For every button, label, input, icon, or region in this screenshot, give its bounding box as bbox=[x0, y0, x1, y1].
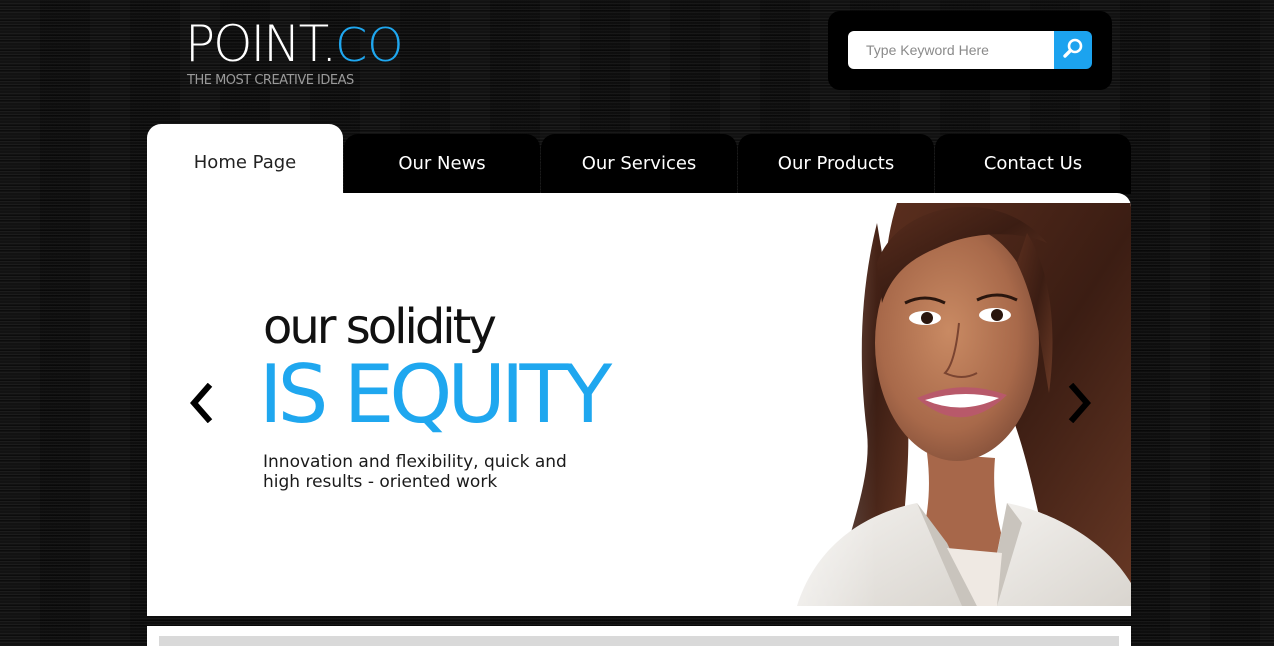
slider-prev-button[interactable] bbox=[186, 382, 216, 428]
nav-tab-home-page[interactable]: Home Page bbox=[147, 124, 343, 194]
content-bar bbox=[159, 636, 1119, 646]
slide-description: Innovation and flexibility, quick and hi… bbox=[263, 452, 567, 492]
main-nav: Home Page Our News Our Services Our Prod… bbox=[147, 124, 1131, 194]
hero-slider: our solidity IS EQUITY Innovation and fl… bbox=[147, 193, 1131, 616]
nav-tab-contact-us[interactable]: Contact Us bbox=[935, 134, 1131, 194]
content-area bbox=[147, 626, 1131, 646]
logo-name: POINT bbox=[185, 15, 323, 73]
search-icon bbox=[1062, 37, 1084, 64]
logo-wordmark: POINT.CO bbox=[185, 14, 404, 75]
logo-dot: . bbox=[321, 15, 337, 73]
search-box bbox=[828, 11, 1112, 90]
chevron-left-icon bbox=[188, 382, 214, 428]
nav-tab-our-products[interactable]: Our Products bbox=[738, 134, 934, 194]
logo-accent: CO bbox=[335, 18, 404, 72]
search-button[interactable] bbox=[1054, 31, 1092, 69]
slider-next-button[interactable] bbox=[1065, 382, 1095, 428]
chevron-right-icon bbox=[1067, 382, 1093, 428]
logo[interactable]: POINT.CO THE MOST CREATIVE IDEAS bbox=[185, 14, 425, 94]
hero-photo bbox=[677, 203, 1131, 606]
slide-heading-big: IS EQUITY bbox=[259, 348, 612, 441]
search-input[interactable] bbox=[848, 31, 1054, 69]
nav-tab-our-news[interactable]: Our News bbox=[344, 134, 540, 194]
logo-tagline: THE MOST CREATIVE IDEAS bbox=[187, 73, 354, 88]
nav-tab-our-services[interactable]: Our Services bbox=[541, 134, 737, 194]
